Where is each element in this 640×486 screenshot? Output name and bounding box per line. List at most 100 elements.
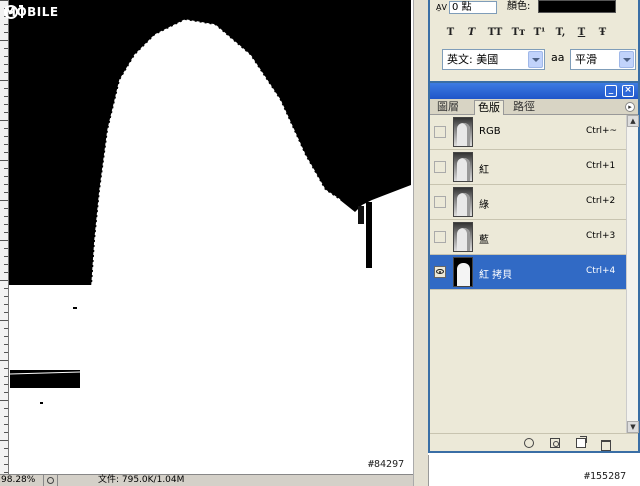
small-caps-button[interactable]: Tт: [508, 25, 529, 41]
channels-panel: _ × 圖層 色版 路徑 ▸ RGB Ctrl+~ 紅 Ctrl+1 綠 Ctr…: [428, 83, 640, 453]
visibility-toggle[interactable]: [434, 196, 446, 208]
ruler-tick: [4, 208, 8, 209]
close-icon[interactable]: ×: [622, 85, 634, 97]
channel-row-red-copy[interactable]: 紅 拷貝 Ctrl+4: [430, 255, 626, 290]
tab-channels[interactable]: 色版: [474, 100, 504, 115]
status-bar: 98.28% 文件: 795.0K/1.04M: [0, 474, 420, 486]
ruler-tick: [4, 296, 8, 297]
zoom-level[interactable]: 98.28%: [0, 475, 44, 486]
ruler-tick: [0, 240, 8, 241]
ruler-tick: [0, 360, 8, 361]
mask-dark-speck: [358, 206, 364, 224]
ruler-tick: [4, 128, 8, 129]
channel-thumbnail: [453, 222, 473, 252]
mask-black-region: [0, 0, 411, 285]
text-color-swatch[interactable]: [538, 0, 616, 13]
channel-shortcut: Ctrl+1: [586, 161, 616, 171]
subscript-button[interactable]: T,: [550, 25, 571, 41]
save-selection-icon[interactable]: [550, 438, 560, 448]
channel-row-blue[interactable]: 藍 Ctrl+3: [430, 220, 626, 255]
ruler-tick: [0, 120, 8, 121]
eye-icon: [436, 269, 444, 274]
new-channel-icon[interactable]: [576, 436, 587, 448]
minimize-icon[interactable]: _: [605, 85, 617, 97]
channel-name: 綠: [479, 200, 489, 211]
watermark: MOBILE: [4, 4, 59, 20]
ruler-tick: [4, 448, 8, 449]
strikethrough-button[interactable]: Ŧ: [592, 25, 613, 41]
channel-row-red[interactable]: 紅 Ctrl+1: [430, 150, 626, 185]
status-info-icon[interactable]: [44, 475, 58, 486]
ruler-tick: [4, 328, 8, 329]
chevron-down-icon[interactable]: [619, 51, 634, 68]
ruler-tick: [4, 192, 8, 193]
panel-menu-icon[interactable]: ▸: [625, 102, 635, 112]
ruler-tick: [0, 400, 8, 401]
visibility-toggle[interactable]: [434, 231, 446, 243]
channel-shortcut: Ctrl+~: [586, 126, 618, 136]
scroll-down-icon[interactable]: ▼: [627, 421, 639, 433]
tracking-input[interactable]: 0 點: [448, 0, 497, 14]
document-canvas[interactable]: MOBILE #84297: [0, 0, 413, 474]
ruler-tick: [4, 184, 8, 185]
ruler-tick: [4, 72, 8, 73]
ruler-tick: [4, 288, 8, 289]
tracking-icon: A̱V: [436, 2, 447, 12]
channel-thumbnail: [453, 187, 473, 217]
ruler-tick: [4, 96, 8, 97]
ruler-tick: [4, 424, 8, 425]
channel-name: RGB: [479, 126, 501, 137]
channels-scrollbar[interactable]: ▲ ▼: [626, 115, 639, 433]
underline-button[interactable]: T: [571, 25, 592, 41]
trash-icon[interactable]: [600, 438, 611, 451]
load-selection-icon[interactable]: [524, 438, 534, 448]
channel-name: 藍: [479, 235, 489, 246]
antialias-value: 平滑: [575, 53, 597, 66]
mask-speck: [40, 402, 43, 404]
ruler-tick: [4, 384, 8, 385]
channel-row-green[interactable]: 綠 Ctrl+2: [430, 185, 626, 220]
ruler-tick: [4, 248, 8, 249]
ruler-tick: [0, 320, 8, 321]
all-caps-button[interactable]: TT: [482, 25, 508, 41]
panel-titlebar[interactable]: _ ×: [430, 83, 638, 99]
tab-paths[interactable]: 路徑: [510, 100, 538, 115]
ruler-tick: [4, 224, 8, 225]
language-select[interactable]: 英文: 美國: [442, 49, 545, 70]
ruler-tick: [4, 264, 8, 265]
ruler-tick: [0, 40, 8, 41]
ruler-tick: [4, 152, 8, 153]
antialias-icon: aa: [551, 51, 565, 64]
ruler-tick: [4, 464, 8, 465]
channel-shortcut: Ctrl+2: [586, 196, 616, 206]
ruler-tick: [4, 232, 8, 233]
mask-dark-strip: [366, 202, 372, 268]
ruler-tick: [4, 352, 8, 353]
channels-toolbar: [430, 433, 638, 451]
document-size[interactable]: 文件: 795.0K/1.04M: [58, 475, 184, 486]
ruler-tick: [4, 32, 8, 33]
faux-bold-button[interactable]: T: [440, 25, 461, 41]
scroll-up-icon[interactable]: ▲: [627, 115, 639, 127]
language-value: 英文: 美國: [447, 53, 499, 66]
visibility-toggle[interactable]: [434, 126, 446, 138]
visibility-toggle[interactable]: [434, 266, 446, 278]
ruler-tick: [4, 64, 8, 65]
ruler-tick: [4, 336, 8, 337]
channel-row-rgb[interactable]: RGB Ctrl+~: [430, 115, 626, 150]
ruler-tick: [4, 56, 8, 57]
color-label: 顏色:: [507, 1, 531, 12]
ruler-tick: [0, 160, 8, 161]
chevron-down-icon[interactable]: [528, 51, 543, 68]
image-id-stamp: #155287: [584, 471, 627, 482]
ruler-tick: [4, 88, 8, 89]
ruler-tick: [4, 136, 8, 137]
faux-italic-button[interactable]: T: [461, 25, 482, 41]
visibility-toggle[interactable]: [434, 161, 446, 173]
antialias-select[interactable]: 平滑: [570, 49, 636, 70]
superscript-button[interactable]: T¹: [529, 25, 550, 41]
ruler-tick: [0, 200, 8, 201]
tab-layers[interactable]: 圖層: [434, 100, 462, 115]
channel-thumbnail: [453, 152, 473, 182]
ruler-tick: [4, 368, 8, 369]
